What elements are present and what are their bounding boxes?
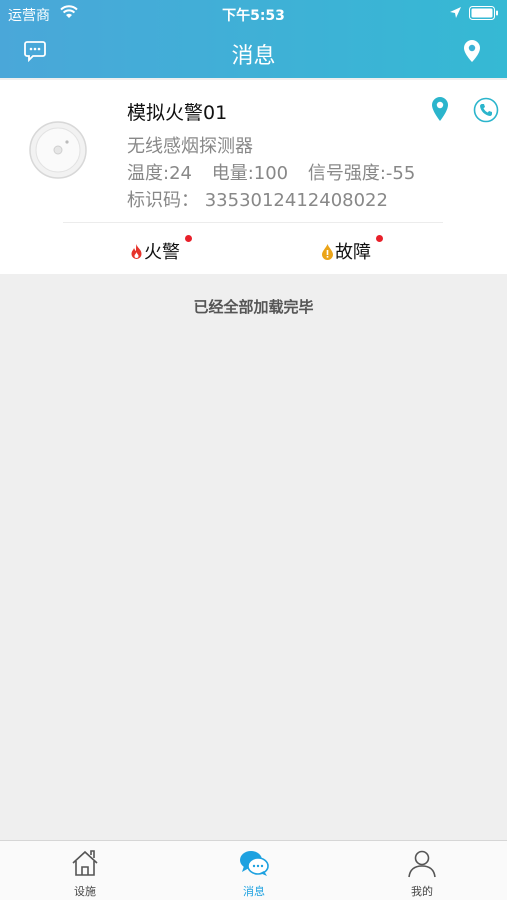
fire-alarm-unread-dot [185, 235, 192, 242]
tab-messages-label: 消息 [243, 885, 265, 898]
location-arrow-icon [450, 7, 461, 18]
bottom-tab-bar: 设施 消息 我的 [0, 840, 507, 900]
page-title: 消息 [231, 44, 276, 69]
tab-facilities[interactable]: 设施 [35, 841, 135, 900]
device-stats: 温度:24 电量:100 信号强度:-55 [127, 159, 429, 185]
temperature-value: 温度:24 [127, 163, 192, 184]
device-type: 无线感烟探测器 [127, 136, 253, 157]
warning-drop-icon [322, 244, 333, 260]
clock-time: 下午5:53 [222, 8, 285, 24]
tab-facilities-label: 设施 [74, 885, 96, 898]
fire-alarm-tab[interactable]: 火警 [130, 238, 180, 264]
card-divider [63, 222, 443, 223]
flame-icon [131, 244, 142, 259]
message-icon [240, 851, 269, 876]
fault-unread-dot [376, 235, 383, 242]
device-message-card[interactable]: 模拟火警01 无线感烟探测器 温度:24 电量:100 信号强度:-55 标识码… [0, 80, 507, 274]
status-bar: 运营商 下午5:53 [0, 0, 507, 28]
load-complete-message: 已经全部加载完毕 [193, 298, 314, 316]
user-icon [408, 850, 436, 878]
battery-value: 电量:100 [211, 163, 289, 184]
smoke-detector-image [29, 121, 87, 179]
battery-icon [469, 6, 498, 20]
device-id-code: 标识码： 3353012412408022 [127, 190, 388, 211]
device-name: 模拟火警01 [127, 102, 228, 124]
home-icon [72, 850, 98, 876]
tab-profile-label: 我的 [411, 885, 433, 898]
tab-messages[interactable]: 消息 [204, 841, 304, 900]
app-header: 运营商 下午5:53 消息 [0, 0, 507, 78]
location-pin-icon[interactable] [431, 96, 449, 122]
fire-alarm-label: 火警 [144, 242, 180, 263]
signal-strength-value: 信号强度:-55 [307, 163, 416, 184]
tab-profile[interactable]: 我的 [372, 841, 472, 900]
fault-label: 故障 [335, 242, 371, 263]
map-pin-icon[interactable] [463, 39, 481, 63]
fault-tab[interactable]: 故障 [321, 238, 371, 264]
phone-icon[interactable] [473, 97, 499, 123]
